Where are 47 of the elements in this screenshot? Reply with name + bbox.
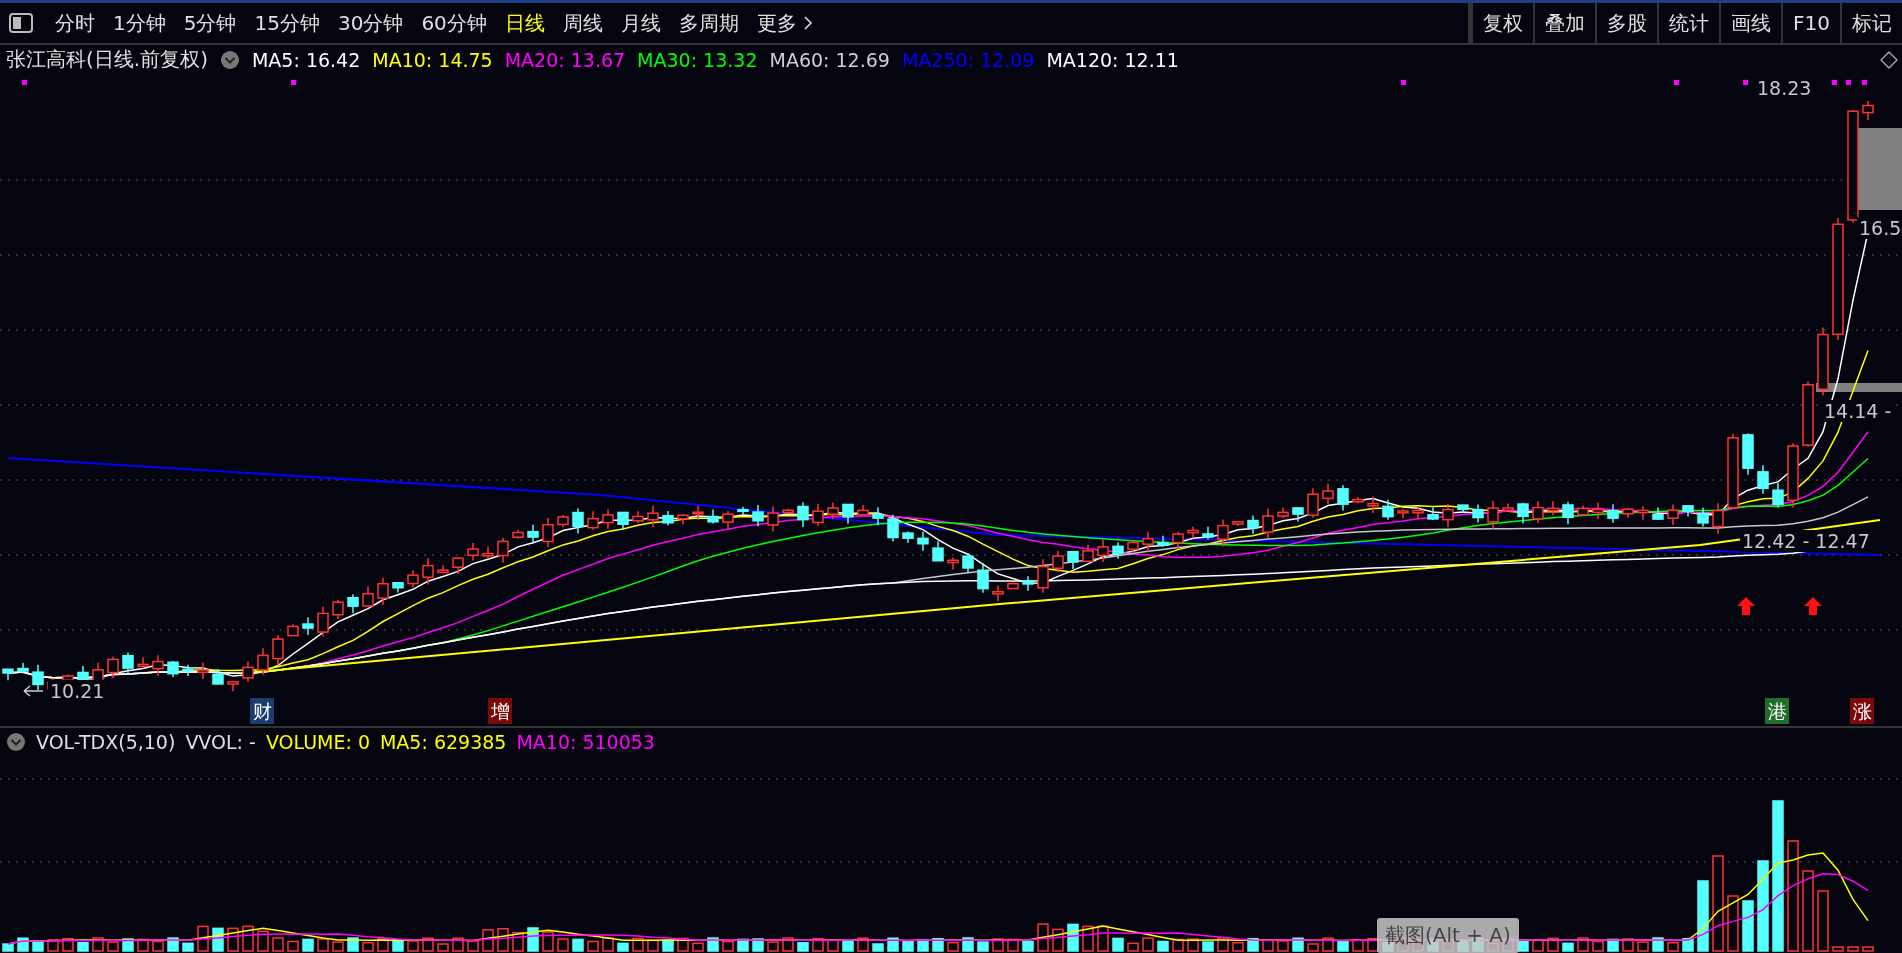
ma-indicator: MA5: 16.42: [251, 48, 361, 71]
ma-indicator: MA20: 13.67: [504, 48, 626, 71]
period-tab[interactable]: 月线: [611, 5, 670, 41]
price-label: 14.14 -: [1822, 399, 1894, 422]
volume-indicator: MA10: 510053: [516, 731, 655, 754]
price-label: 16.5: [1857, 216, 1902, 239]
left-arrow-icon: [22, 683, 44, 698]
diamond-icon[interactable]: [1880, 51, 1898, 70]
tooltip: 截图(Alt + A): [1377, 918, 1519, 953]
volume-indicator: MA5: 629385: [379, 731, 507, 754]
period-tab[interactable]: 15分钟: [245, 5, 329, 41]
event-marker[interactable]: 增: [488, 697, 512, 724]
period-tab[interactable]: 1分钟: [104, 5, 175, 41]
volume-indicator: VOLUME: 0: [265, 731, 370, 754]
period-tab[interactable]: 60分钟: [412, 5, 496, 41]
toolbar-button[interactable]: 统计: [1657, 2, 1720, 44]
toolbar-button[interactable]: 叠加: [1533, 2, 1596, 44]
toolbar-button[interactable]: F10: [1781, 2, 1840, 44]
period-tab[interactable]: 多周期: [669, 5, 748, 41]
ma-indicator: MA10: 14.75: [372, 48, 493, 71]
dropdown-icon[interactable]: [6, 732, 26, 753]
period-tab[interactable]: 30分钟: [328, 5, 413, 41]
toolbar-button[interactable]: 多股: [1595, 2, 1658, 44]
period-tab[interactable]: 5分钟: [174, 5, 246, 41]
volume-indicator: VVOL: -: [185, 731, 256, 754]
up-arrow-icon: [1803, 595, 1823, 616]
panel-toggle-icon[interactable]: [8, 12, 34, 35]
period-tab[interactable]: 分时: [46, 5, 104, 41]
toolbar-button[interactable]: 画线: [1719, 2, 1782, 44]
ma-indicator: MA60: 12.69: [769, 48, 890, 71]
period-tab[interactable]: 周线: [553, 5, 612, 41]
ma-indicator: MA250: 12.09: [901, 48, 1035, 71]
price-label: 12.42 - 12.47: [1740, 529, 1872, 552]
event-marker[interactable]: 财: [250, 697, 274, 724]
dropdown-icon[interactable]: [219, 49, 240, 70]
period-tab[interactable]: 日线: [495, 5, 554, 41]
toolbar-button[interactable]: 标记: [1840, 2, 1902, 44]
event-marker[interactable]: 涨: [1850, 697, 1874, 724]
toolbar-button[interactable]: 复权: [1471, 2, 1534, 44]
chevron-icon: [802, 15, 813, 32]
ma-indicator: MA120: 12.11: [1046, 48, 1179, 71]
event-marker[interactable]: 港: [1765, 697, 1789, 724]
ma-indicator: MA30: 13.32: [637, 48, 758, 71]
volume-title: VOL-TDX(5,10): [36, 731, 176, 754]
more-tab[interactable]: 更多: [747, 5, 822, 41]
up-arrow-icon: [1736, 595, 1756, 616]
stock-title: 张江高科(日线.前复权): [6, 46, 208, 74]
